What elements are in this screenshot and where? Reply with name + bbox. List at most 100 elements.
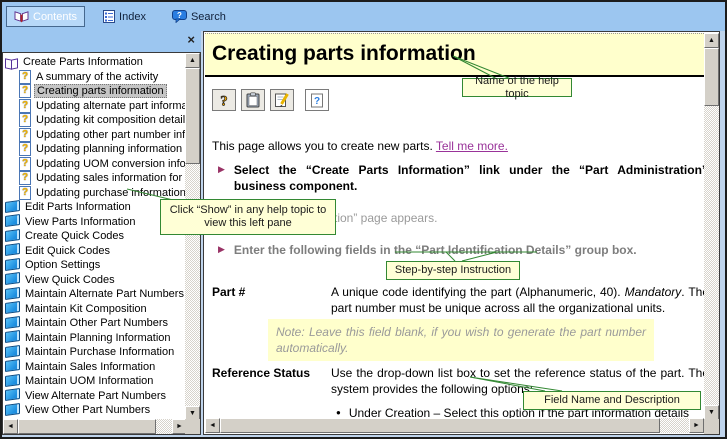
topic-toolbar: ? [212,89,329,111]
scrollbar-corner [704,419,719,434]
intro-text: This page allows you to create new parts… [212,139,433,153]
tree-item[interactable]: View Alternate Part Numbers [5,389,185,404]
scrollbar-thumb[interactable] [704,48,719,106]
tree-item[interactable]: Maintain Alternate Part Numbers [5,287,185,302]
tree-item[interactable]: View Parts Information [5,215,185,230]
instruction-bullet-1: ▶ Select the “Create Parts Information” … [218,162,708,194]
help-page-icon [19,99,31,113]
help-page-icon [19,84,31,98]
close-icon[interactable]: × [187,33,195,47]
topic-vertical-scrollbar[interactable]: ▲ ▼ [704,33,719,420]
help-page-icon [19,142,31,156]
topic-horizontal-scrollbar[interactable]: ◄ ► [205,418,704,433]
help-page-icon [19,70,31,84]
instruction-text: Enter the following fields in the “Part … [234,242,708,258]
tree-item[interactable]: Maintain Other Part Numbers [5,316,185,331]
desc-emphasis: Mandatory [625,285,682,299]
scrollbar-thumb[interactable] [185,68,200,164]
desc-text: A unique code identifying the part (Alph… [331,285,625,299]
tree-item[interactable]: Maintain Sales Information [5,360,185,375]
callout-step-instruction: Step-by-step Instruction [386,261,520,280]
scrollbar-thumb[interactable] [220,418,660,433]
tree-item[interactable]: A summary of the activity [5,70,185,85]
field-name: Reference Status [212,365,310,381]
tree-item[interactable]: Updating other part number inform [5,128,185,143]
tree-item[interactable]: Edit Quick Codes [5,244,185,259]
tell-me-more-link[interactable]: Tell me more. [436,139,508,153]
tree-item[interactable]: Option Settings [5,258,185,273]
book-icon [5,301,20,314]
tree-item[interactable]: View Other Part Numbers [5,403,185,418]
scrollbar-thumb[interactable] [18,419,156,434]
index-button[interactable]: Index [95,6,154,27]
tree-horizontal-scrollbar[interactable]: ◄ ► [3,419,187,434]
tree-item[interactable]: Create Parts Information [5,55,185,70]
notes-button[interactable] [241,89,265,111]
help-page-icon [19,128,31,142]
index-list-icon [103,10,115,23]
help-window: Contents Index ? Search [0,0,727,439]
book-icon [5,287,20,300]
tree-item[interactable]: Updating planning information for [5,142,185,157]
scroll-down-icon[interactable]: ▼ [704,405,719,420]
svg-text:?: ? [177,11,182,20]
page-title: Creating parts information [205,33,704,77]
related-topic-button[interactable]: ? [305,89,329,111]
clipboard-icon [245,92,261,108]
tree-item[interactable]: Maintain Kit Composition [5,302,185,317]
help-toolbar: Contents Index ? Search [2,2,725,31]
bullet-triangle-icon: ▶ [218,242,225,258]
scroll-up-icon[interactable]: ▲ [185,53,200,68]
tree-pane-header: × [2,31,201,52]
scroll-up-icon[interactable]: ▲ [704,33,719,48]
note-box: Note: Leave this field blank, if you wis… [268,319,654,361]
edit-page-button[interactable] [270,89,294,111]
page-edit-icon [274,92,290,108]
tree-item[interactable]: Updating sales information for a p [5,171,185,186]
tree-item[interactable]: View Quick Codes [5,273,185,288]
help-page-icon [19,113,31,127]
search-label: Search [191,11,226,23]
book-icon [5,345,20,358]
book-icon [5,403,20,416]
help-page-icon [19,171,31,185]
bullet-triangle-icon: ▶ [218,162,225,194]
tree-item[interactable]: Updating UOM conversion informa [5,157,185,172]
open-book-icon [14,10,29,23]
page-appears-text: tion” page appears. [334,210,437,226]
tree-item[interactable]: Updating kit composition details fo [5,113,185,128]
book-icon [5,243,20,256]
book-icon [5,214,20,227]
contents-button[interactable]: Contents [6,6,85,27]
field-name: Part # [212,284,245,300]
scroll-left-icon[interactable]: ◄ [205,418,220,433]
book-icon [5,272,20,285]
question-icon: ? [216,92,232,108]
scrollbar-corner [185,419,200,434]
tree-item[interactable]: Maintain Purchase Information [5,345,185,360]
tree-item[interactable]: Create Quick Codes [5,229,185,244]
svg-text:?: ? [220,94,228,109]
help-page-icon [19,157,31,171]
instruction-bullet-2: ▶ Enter the following fields in the “Par… [218,242,708,258]
contents-tree-pane: Create Parts Information A summary of th… [2,52,201,435]
tree-item[interactable]: Maintain Planning Information [5,331,185,346]
scroll-right-icon[interactable]: ► [689,418,704,433]
index-label: Index [119,11,146,23]
scroll-left-icon[interactable]: ◄ [3,419,18,434]
tree-vertical-scrollbar[interactable]: ▲ ▼ [185,53,200,421]
tree-item[interactable]: Creating parts information [5,84,185,99]
page-question-icon: ? [310,93,324,108]
search-button[interactable]: ? Search [164,6,234,27]
intro-paragraph: This page allows you to create new parts… [212,138,508,154]
contents-tree: Create Parts Information A summary of th… [5,55,185,419]
book-icon [5,374,20,387]
tree-item[interactable]: Edit Parts Information [5,200,185,215]
tree-item[interactable]: Maintain UOM Information [5,374,185,389]
help-question-button[interactable]: ? [212,89,236,111]
tree-item[interactable]: Updating purchase information fo [5,186,185,201]
question-bubble-icon: ? [172,10,187,23]
tree-item[interactable]: Updating alternate part informatio [5,99,185,114]
instruction-text: Select the “Create Parts Information” li… [234,162,708,194]
book-icon [5,359,20,372]
